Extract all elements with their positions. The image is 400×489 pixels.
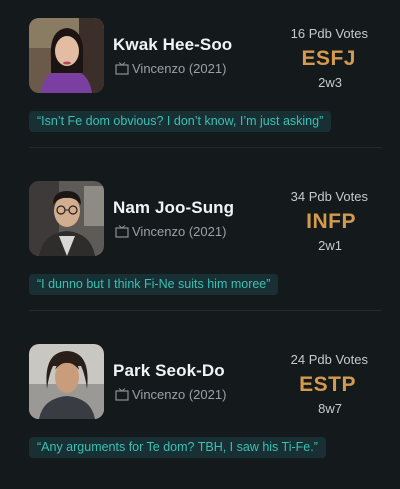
source-label: Vincenzo (2021) (132, 224, 227, 239)
character-avatar[interactable] (29, 181, 104, 256)
enneagram-type: 2w1 (318, 238, 342, 253)
comment-quote[interactable]: “Any arguments for Te dom? TBH, I saw hi… (29, 437, 326, 458)
divider (29, 310, 382, 311)
tv-icon (115, 388, 130, 401)
character-avatar[interactable] (29, 344, 104, 419)
pdb-votes: 24 Pdb Votes (290, 352, 368, 367)
pdb-votes: 34 Pdb Votes (290, 189, 368, 204)
source-label: Vincenzo (2021) (132, 61, 227, 76)
personality-type: ESFJ (301, 47, 356, 70)
comment-quote[interactable]: “Isn’t Fe dom obvious? I don’t know, I’m… (29, 111, 332, 132)
character-name[interactable]: Park Seok-Do (113, 361, 225, 381)
character-name[interactable]: Kwak Hee-Soo (113, 35, 232, 55)
pdb-votes: 16 Pdb Votes (290, 26, 368, 41)
character-source[interactable]: Vincenzo (2021) (115, 224, 226, 239)
character-name[interactable]: Nam Joo-Sung (113, 198, 234, 218)
character-card[interactable]: Nam Joo-Sung Vincenzo (2021) 34 Pdb Vote… (0, 163, 400, 326)
comment-quote[interactable]: “I dunno but I think Fi-Ne suits him mor… (29, 274, 279, 295)
enneagram-type: 8w7 (318, 401, 342, 416)
enneagram-type: 2w3 (318, 75, 342, 90)
character-avatar[interactable] (29, 18, 104, 93)
character-card[interactable]: Park Seok-Do Vincenzo (2021) 24 Pdb Vote… (0, 326, 400, 489)
tv-icon (115, 225, 130, 238)
source-label: Vincenzo (2021) (132, 387, 227, 402)
character-card[interactable]: Kwak Hee-Soo Vincenzo (2021) 16 Pdb Vote… (0, 0, 400, 163)
tv-icon (115, 62, 130, 75)
divider (29, 147, 382, 148)
personality-type: INFP (306, 210, 356, 233)
personality-type: ESTP (299, 373, 356, 396)
character-source[interactable]: Vincenzo (2021) (115, 61, 226, 76)
character-source[interactable]: Vincenzo (2021) (115, 387, 226, 402)
